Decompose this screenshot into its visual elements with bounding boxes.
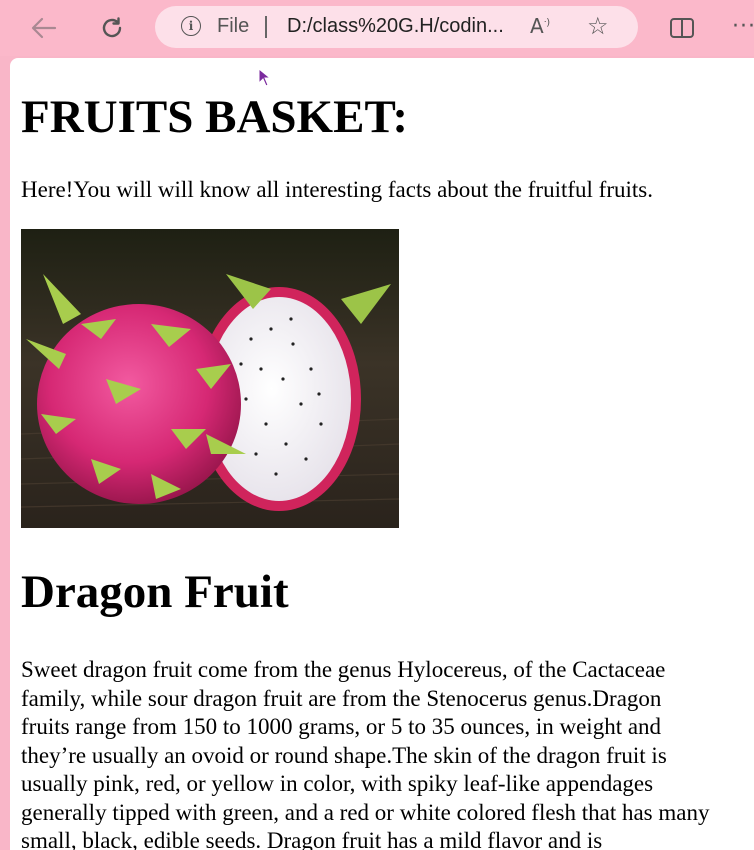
dragon-fruit-photo	[21, 229, 399, 528]
mouse-cursor-icon	[258, 68, 272, 87]
scheme-label: File	[217, 15, 250, 37]
address-separator	[265, 16, 267, 38]
more-icon[interactable]: ···	[728, 10, 754, 42]
intro-text: Here!You will will know all interesting …	[21, 177, 653, 202]
favorite-star-icon[interactable]: ☆	[587, 12, 609, 40]
refresh-icon[interactable]	[96, 12, 128, 44]
page-heading: FRUITS BASKET:	[21, 91, 408, 143]
section-title: Dragon Fruit	[21, 566, 289, 618]
url-text[interactable]: D:/class%20G.H/codin...	[287, 15, 504, 38]
back-arrow-icon[interactable]	[28, 12, 60, 44]
browser-toolbar: i File D:/class%20G.H/codin... Aᐧ) ☆ ···	[0, 0, 754, 56]
page-content: FRUITS BASKET: Here!You will will know a…	[10, 58, 754, 850]
section-body: Sweet dragon fruit come from the genus H…	[21, 657, 710, 850]
info-icon[interactable]: i	[181, 16, 201, 36]
read-aloud-icon[interactable]: Aᐧ)	[530, 14, 550, 38]
split-screen-icon[interactable]	[666, 12, 698, 44]
address-bar[interactable]: i File D:/class%20G.H/codin... Aᐧ) ☆	[155, 6, 638, 48]
